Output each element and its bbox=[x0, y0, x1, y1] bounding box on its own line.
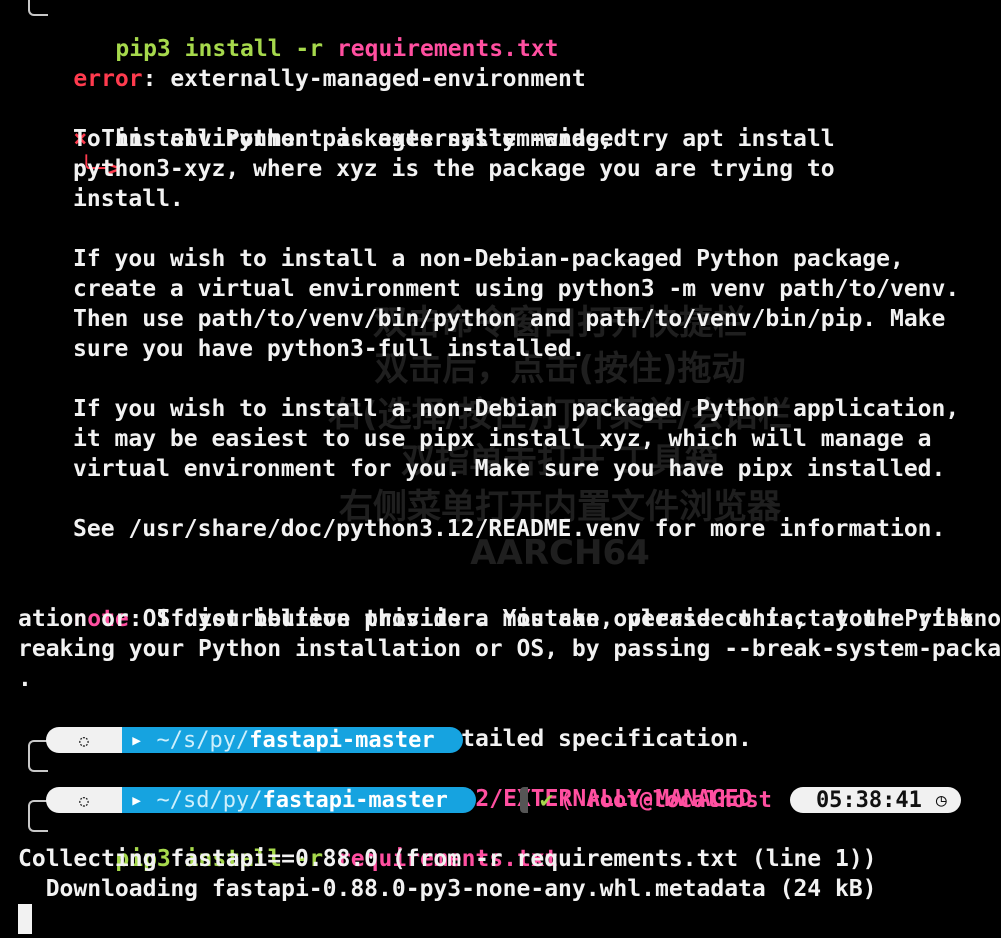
output-collecting: Collecting fastapi==0.88.0 (from -r requ… bbox=[18, 846, 877, 872]
prompt-segment-2: ◌ ▸ ~/sd/py/fastapi-master bbox=[46, 787, 476, 813]
prompt-path-bold: fastapi-master bbox=[262, 787, 448, 813]
env-managed-line: × This environment is externally managed bbox=[18, 94, 627, 152]
note-line: note: If you believe this is a mistake, … bbox=[18, 574, 1001, 632]
message-line: Then use path/to/venv/bin/python and pat… bbox=[73, 306, 946, 332]
command-line-pip-install-1: pip3 install -r requirements.txt bbox=[60, 4, 558, 62]
message-line: sure you have python3-full installed. bbox=[73, 336, 586, 362]
message-line: See /usr/share/doc/python3.12/README.ven… bbox=[73, 516, 946, 542]
message-line: If you wish to install a non-Debian-pack… bbox=[73, 246, 904, 272]
time-badge: 05:38:41 ◷ bbox=[789, 787, 961, 813]
folder-icon: ▸ bbox=[130, 727, 144, 753]
prompt-path-dim: ~/sd/py/ bbox=[143, 787, 263, 813]
folder-icon: ▸ bbox=[130, 787, 144, 813]
terminal-window[interactable]: pip3 install -r requirements.txt error: … bbox=[0, 0, 1001, 938]
user-host: root@localhost bbox=[586, 787, 772, 813]
message-line: If you wish to install a non-Debian pack… bbox=[73, 396, 960, 422]
prompt-tree-connector bbox=[28, 0, 48, 16]
command-line-sudo-rm: sudo rm /usr/lib/python3.12/EXTERNALLY-M… bbox=[60, 754, 752, 812]
message-line: virtual environment for you. Make sure y… bbox=[73, 456, 946, 482]
time-text: 05:38:41 bbox=[815, 787, 922, 813]
clock-icon: ◷ bbox=[935, 789, 947, 811]
note-line: ation or OS distribution provider. You c… bbox=[18, 606, 1001, 632]
message-line: it may be easiest to use pipx install xy… bbox=[73, 426, 932, 452]
status-paren: ( bbox=[559, 787, 573, 813]
os-logo-icon: ◌ bbox=[46, 727, 122, 753]
command-line-pip-install-2: pip3 install -r requirements.txt bbox=[60, 814, 558, 872]
error-text: : externally-managed-environment bbox=[142, 66, 586, 92]
terminal-cursor[interactable] bbox=[18, 904, 32, 934]
note-line: reaking your Python installation or OS, … bbox=[18, 636, 1001, 662]
prompt-path: ▸ ~/s/py/fastapi-master bbox=[122, 727, 463, 753]
prompt-path-bold: fastapi-master bbox=[249, 727, 435, 753]
message-line: create a virtual environment using pytho… bbox=[73, 276, 960, 302]
message-line: To install Python packages system-wide, … bbox=[73, 126, 835, 152]
hint-line: hint: See PEP 668 for the detailed speci… bbox=[18, 694, 752, 752]
prompt-tree-connector bbox=[28, 752, 48, 772]
message-line: install. bbox=[73, 186, 184, 212]
success-check-icon: ✔ bbox=[540, 787, 554, 813]
output-downloading: Downloading fastapi-0.88.0-py3-none-any.… bbox=[18, 876, 877, 902]
error-label: error bbox=[73, 66, 143, 92]
os-logo-icon: ◌ bbox=[46, 787, 122, 813]
error-line: error: externally-managed-environment bbox=[18, 34, 585, 92]
prompt-path-dim: ~/s/py/ bbox=[143, 727, 250, 753]
prompt-path: ▸ ~/sd/py/fastapi-master bbox=[122, 787, 476, 813]
message-line: python3-xyz, where xyz is the package yo… bbox=[73, 156, 835, 182]
prompt-status-right: ✔ ( root@localhost 05:38:41 ◷ bbox=[520, 786, 961, 814]
note-line: . bbox=[18, 666, 32, 692]
prompt-segment-1: ◌ ▸ ~/s/py/fastapi-master bbox=[46, 727, 463, 753]
prompt-tree-connector bbox=[28, 812, 48, 832]
status-separator bbox=[520, 787, 528, 813]
